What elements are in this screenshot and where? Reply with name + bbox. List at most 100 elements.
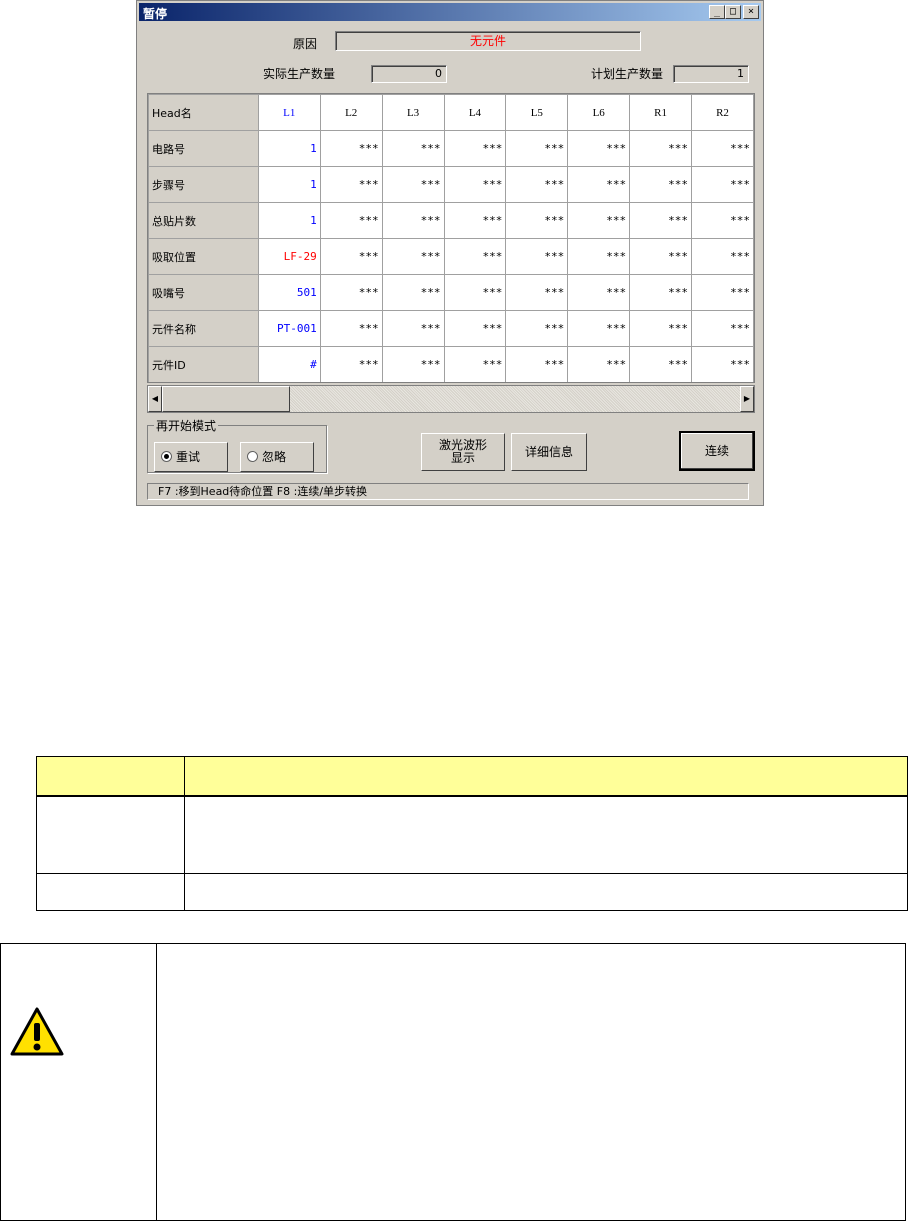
grid-cell[interactable]: *** <box>381 238 445 275</box>
details-button[interactable]: 详细信息 <box>511 433 587 471</box>
grid-cell[interactable]: *** <box>505 310 569 347</box>
grid-cell[interactable]: *** <box>629 130 692 167</box>
grid-cell[interactable]: *** <box>443 238 507 275</box>
col-header-l4[interactable]: L4 <box>443 94 507 131</box>
grid-cell[interactable]: *** <box>319 346 383 382</box>
table-row: 元件ID # *** *** *** *** *** *** *** <box>148 346 754 382</box>
grid-cell[interactable]: *** <box>505 346 569 382</box>
grid-cell[interactable]: *** <box>319 310 383 347</box>
table-cell <box>36 873 185 911</box>
description-table-header <box>36 756 908 797</box>
grid-cell[interactable]: *** <box>629 202 692 239</box>
table-row: 总贴片数 1 *** *** *** *** *** *** *** <box>148 202 754 239</box>
col-header-r2[interactable]: R2 <box>691 94 754 131</box>
grid-cell[interactable]: *** <box>691 346 754 382</box>
scroll-left-icon[interactable]: ◀ <box>148 386 162 412</box>
grid-cell[interactable]: *** <box>691 274 754 311</box>
col-header-l3[interactable]: L3 <box>381 94 445 131</box>
grid-cell[interactable]: *** <box>505 130 569 167</box>
grid-cell[interactable]: *** <box>381 202 445 239</box>
grid-cell[interactable]: *** <box>443 202 507 239</box>
col-header-l5[interactable]: L5 <box>505 94 569 131</box>
col-header-l2[interactable]: L2 <box>319 94 383 131</box>
grid-cell[interactable]: *** <box>319 274 383 311</box>
table-row: 吸嘴号 501 *** *** *** *** *** *** *** <box>148 274 754 311</box>
grid-header-row: Head名 L1 L2 L3 L4 L5 L6 R1 R2 <box>148 94 754 131</box>
grid-cell[interactable]: *** <box>567 130 631 167</box>
scroll-right-icon[interactable]: ▶ <box>740 386 754 412</box>
grid-cell[interactable]: *** <box>505 238 569 275</box>
grid-cell[interactable]: *** <box>319 202 383 239</box>
grid-cell[interactable]: *** <box>443 130 507 167</box>
grid-cell[interactable]: *** <box>567 202 631 239</box>
grid-cell[interactable]: *** <box>691 310 754 347</box>
grid-cell[interactable]: *** <box>567 346 631 382</box>
continue-button[interactable]: 连续 <box>679 431 755 471</box>
actual-qty-field: 0 <box>371 65 447 83</box>
grid-cell[interactable]: *** <box>691 166 754 203</box>
window-title: 暂停 <box>143 7 168 21</box>
grid-cell[interactable]: LF-29 <box>257 238 321 275</box>
grid-cell[interactable]: 1 <box>257 202 321 239</box>
grid-cell[interactable]: *** <box>319 130 383 167</box>
grid-cell[interactable]: *** <box>505 166 569 203</box>
grid-cell[interactable]: # <box>257 346 321 382</box>
table-cell <box>184 795 908 874</box>
row-header: 吸嘴号 <box>148 274 259 311</box>
reason-field: 无元件 <box>335 31 641 51</box>
grid-cell[interactable]: *** <box>443 274 507 311</box>
grid-cell[interactable]: *** <box>691 238 754 275</box>
col-header-l1[interactable]: L1 <box>257 94 321 131</box>
grid-cell[interactable]: *** <box>505 274 569 311</box>
grid-cell[interactable]: 1 <box>257 166 321 203</box>
grid-cell[interactable]: *** <box>567 238 631 275</box>
retry-radio[interactable]: 重试 <box>154 442 228 472</box>
grid-cell[interactable]: *** <box>381 310 445 347</box>
grid-cell[interactable]: *** <box>629 346 692 382</box>
grid-cell[interactable]: *** <box>381 130 445 167</box>
table-row: 电路号 1 *** *** *** *** *** *** *** <box>148 130 754 167</box>
grid-cell[interactable]: *** <box>319 238 383 275</box>
grid-cell[interactable]: *** <box>443 346 507 382</box>
title-bar[interactable]: 暂停 _ □ × <box>139 3 761 21</box>
grid-cell[interactable]: *** <box>567 310 631 347</box>
grid-cell[interactable]: *** <box>381 346 445 382</box>
grid-cell[interactable]: 501 <box>257 274 321 311</box>
scroll-thumb[interactable] <box>162 386 290 412</box>
grid-cell[interactable]: *** <box>691 130 754 167</box>
reason-label: 原因 <box>293 37 318 51</box>
grid-cell[interactable]: *** <box>629 238 692 275</box>
row-header: 总贴片数 <box>148 202 259 239</box>
ignore-label: 忽略 <box>262 450 287 464</box>
horizontal-scrollbar[interactable]: ◀ ▶ <box>147 385 755 413</box>
grid-cell[interactable]: PT-001 <box>257 310 321 347</box>
col-header-l6[interactable]: L6 <box>567 94 631 131</box>
ignore-radio[interactable]: 忽略 <box>240 442 314 472</box>
grid-cell[interactable]: *** <box>505 202 569 239</box>
table-row: 元件名称 PT-001 *** *** *** *** *** *** *** <box>148 310 754 347</box>
grid-cell[interactable]: *** <box>443 166 507 203</box>
planned-qty-field: 1 <box>673 65 749 83</box>
grid-cell[interactable]: *** <box>567 166 631 203</box>
pause-dialog: 暂停 _ □ × 原因 无元件 实际生产数量 0 计划生产数量 1 Head名 … <box>136 0 764 506</box>
grid-cell[interactable]: *** <box>443 310 507 347</box>
laser-waveform-button[interactable]: 激光波形 显示 <box>421 433 505 471</box>
grid-cell[interactable]: *** <box>629 274 692 311</box>
grid-cell[interactable]: 1 <box>257 130 321 167</box>
grid-cell[interactable]: *** <box>381 166 445 203</box>
caution-divider <box>156 944 157 1220</box>
grid-cell[interactable]: *** <box>319 166 383 203</box>
grid-cell[interactable]: *** <box>567 274 631 311</box>
grid-cell[interactable]: *** <box>629 310 692 347</box>
planned-qty-label: 计划生产数量 <box>591 67 664 81</box>
grid-cell[interactable]: *** <box>691 202 754 239</box>
grid-cell[interactable]: *** <box>629 166 692 203</box>
minimize-button[interactable]: _ <box>709 5 725 19</box>
grid-cell[interactable]: *** <box>381 274 445 311</box>
col-header-r1[interactable]: R1 <box>629 94 692 131</box>
table-row <box>36 795 908 874</box>
grid-corner-label: Head名 <box>148 94 259 131</box>
close-button[interactable]: × <box>743 5 759 19</box>
laser-label-line2: 显示 <box>450 451 475 465</box>
maximize-button[interactable]: □ <box>725 5 741 19</box>
